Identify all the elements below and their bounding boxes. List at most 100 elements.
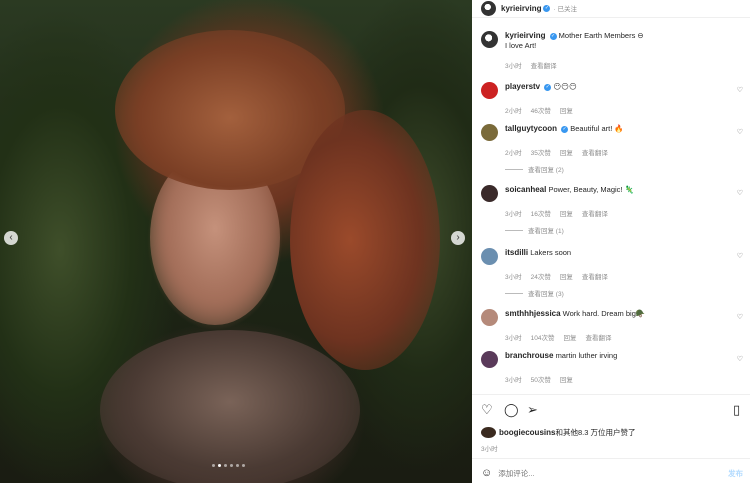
comment-translate-link[interactable]: 查看翻译: [582, 147, 608, 157]
post-header: kyrieirving ✓ · 已关注: [472, 0, 750, 16]
carousel-dot: [230, 464, 233, 467]
carousel-dots: [212, 464, 245, 467]
comment-time: 2小时: [505, 108, 522, 115]
post-image[interactable]: ‹ ›: [0, 0, 472, 483]
view-replies-line: [505, 292, 523, 294]
comment-likes[interactable]: 50次赞: [531, 374, 551, 384]
author-avatar[interactable]: [481, 0, 496, 16]
carousel-dot: [242, 464, 245, 467]
comment-likes[interactable]: 35次赞: [531, 147, 551, 157]
image-subject-clothing: [100, 330, 360, 483]
view-replies-label[interactable]: 查看回复 (3): [528, 288, 564, 298]
follow-status[interactable]: · 已关注: [553, 3, 576, 13]
caption-line2: I love Art!: [505, 41, 537, 50]
comment-likes[interactable]: 46次赞: [531, 105, 551, 115]
view-replies[interactable]: 查看回复 (2): [505, 164, 747, 174]
comment-item: smthhhjessica Work hard. Dream big🪖 3小时 …: [481, 309, 747, 342]
likes-text: 和其他8.3 万位用户赞了: [555, 428, 636, 437]
author-username[interactable]: kyrieirving: [501, 4, 541, 13]
comments-panel: kyrieirving ✓ · 已关注 kyrieirving ✓ Mother…: [472, 0, 750, 483]
commenter-avatar[interactable]: [481, 185, 498, 202]
liker-username[interactable]: boogiecousins: [499, 428, 555, 437]
commenter-avatar[interactable]: [481, 248, 498, 265]
heart-icon[interactable]: ♡: [737, 313, 743, 321]
commenter-avatar[interactable]: [481, 82, 498, 99]
comment-time: 3小时: [505, 211, 522, 218]
carousel-dot: [212, 464, 215, 467]
heart-icon[interactable]: ♡: [481, 402, 493, 418]
commenter-avatar[interactable]: [481, 309, 498, 326]
comment-item: branchrouse martin luther irving 3小时 50次…: [481, 351, 747, 384]
comment-translate-link[interactable]: 查看翻译: [585, 332, 611, 342]
comment-reply-link[interactable]: 回复: [560, 271, 573, 281]
commenter-username[interactable]: soicanheal: [505, 185, 546, 194]
liker-avatar[interactable]: [481, 427, 496, 438]
heart-icon[interactable]: ♡: [737, 189, 743, 197]
comment-translate-link[interactable]: 查看翻译: [582, 271, 608, 281]
comment-time: 2小时: [505, 150, 522, 157]
comment-reply-link[interactable]: 回复: [560, 147, 573, 157]
comment-reply-link[interactable]: 回复: [560, 374, 573, 384]
caption: kyrieirving ✓ Mother Earth Members ⊖ I l…: [481, 31, 747, 70]
comment-item: tallguytycoon ✓ Beautiful art! 🔥 2小时 35次…: [481, 124, 747, 174]
share-icon[interactable]: ➢: [527, 402, 538, 418]
commenter-username[interactable]: itsdilli: [505, 248, 528, 257]
comment-item: playerstv ✓ 😶😶😶 2小时 46次赞 回复 ♡: [481, 82, 747, 115]
post-comment-button[interactable]: 发布: [728, 468, 743, 479]
comment-item: itsdilli Lakers soon 3小时 24次赞 回复 查看翻译 查看…: [481, 248, 747, 298]
caption-avatar[interactable]: [481, 31, 498, 48]
verified-icon: ✓: [561, 125, 569, 133]
action-bar: ♡ ◯ ➢ ▯: [481, 402, 747, 418]
view-replies-line: [505, 168, 523, 170]
comment-text: Lakers soon: [530, 248, 572, 257]
comment-reply-link[interactable]: 回复: [560, 208, 573, 218]
view-replies-label[interactable]: 查看回复 (2): [528, 164, 564, 174]
comment-time: 3小时: [505, 377, 522, 384]
heart-icon[interactable]: ♡: [737, 355, 743, 363]
carousel-dot: [236, 464, 239, 467]
verified-icon: ✓: [544, 83, 552, 91]
comment-translate-link[interactable]: 查看翻译: [582, 208, 608, 218]
emoji-icon[interactable]: ☺: [481, 467, 492, 479]
view-replies[interactable]: 查看回复 (3): [505, 288, 747, 298]
add-comment-bar: ☺ 发布: [481, 467, 743, 479]
comment-text: Work hard. Dream big🪖: [562, 309, 646, 318]
addcomment-divider: [472, 458, 750, 459]
commenter-username[interactable]: branchrouse: [505, 351, 553, 360]
commenter-username[interactable]: playerstv: [505, 82, 540, 91]
likes-summary[interactable]: boogiecousins 和其他8.3 万位用户赞了: [481, 427, 635, 438]
comment-input[interactable]: [498, 468, 728, 478]
caption-translate-link[interactable]: 查看翻译: [531, 60, 557, 70]
comment-text: martin luther irving: [555, 351, 618, 360]
caption-time: 3小时: [505, 63, 522, 70]
commenter-username[interactable]: smthhhjessica: [505, 309, 561, 318]
chevron-right-icon[interactable]: ›: [451, 231, 465, 245]
caption-text: Mother Earth Members ⊖: [558, 31, 644, 40]
view-replies[interactable]: 查看回复 (1): [505, 225, 747, 235]
comment-likes[interactable]: 104次赞: [531, 332, 555, 342]
heart-icon[interactable]: ♡: [737, 86, 743, 94]
post-time: 3小时: [481, 446, 498, 453]
chevron-left-icon[interactable]: ‹: [4, 231, 18, 245]
commenter-avatar[interactable]: [481, 351, 498, 368]
comment-likes[interactable]: 16次赞: [531, 208, 551, 218]
caption-username[interactable]: kyrieirving: [505, 31, 545, 40]
heart-icon[interactable]: ♡: [737, 128, 743, 136]
commenter-avatar[interactable]: [481, 124, 498, 141]
comment-reply-link[interactable]: 回复: [560, 105, 573, 115]
comment-text: 😶😶😶: [553, 82, 577, 91]
view-replies-line: [505, 229, 523, 231]
comment-likes[interactable]: 24次赞: [531, 271, 551, 281]
comment-reply-link[interactable]: 回复: [563, 332, 576, 342]
comment-time: 3小时: [505, 274, 522, 281]
commenter-username[interactable]: tallguytycoon: [505, 124, 557, 133]
heart-icon[interactable]: ♡: [737, 252, 743, 260]
bookmark-icon[interactable]: ▯: [733, 402, 740, 418]
header-divider: [472, 17, 750, 18]
image-subject-dreadlocks: [290, 110, 440, 370]
instagram-post-view: ‹ › kyrieirving ✓ · 已关注 kyrieirving ✓ Mo…: [0, 0, 750, 483]
view-replies-label[interactable]: 查看回复 (1): [528, 225, 564, 235]
carousel-dot: [224, 464, 227, 467]
verified-icon: ✓: [543, 4, 551, 12]
comment-icon[interactable]: ◯: [504, 402, 519, 418]
